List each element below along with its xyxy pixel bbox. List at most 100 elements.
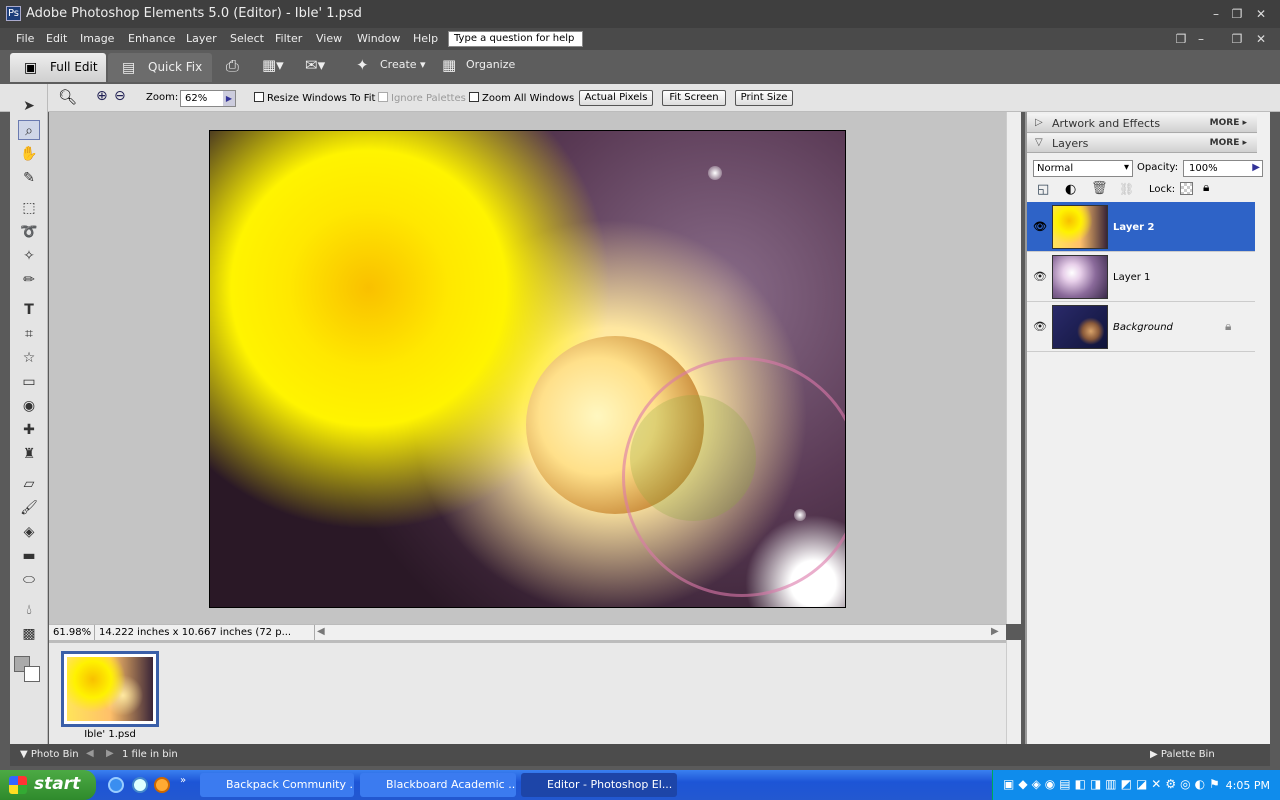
zoom-input[interactable]: 62% ▶	[180, 90, 236, 107]
photo-bin-toggle[interactable]: ▼ Photo Bin	[20, 749, 79, 760]
type-tool-icon[interactable]: T	[18, 300, 40, 320]
fit-screen-button[interactable]: Fit Screen	[662, 90, 726, 106]
print-icon[interactable]: ⎙	[226, 56, 239, 76]
doc-minimize-button[interactable]: –	[1192, 30, 1210, 48]
tab-quick-fix[interactable]: ▤ Quick Fix	[108, 53, 212, 82]
menu-enhance[interactable]: Enhance	[128, 32, 175, 45]
firefox-icon[interactable]	[154, 777, 170, 793]
next-photo-icon[interactable]: ▶	[106, 748, 114, 759]
close-button[interactable]: ✕	[1252, 5, 1270, 23]
taskbar-item-blackboard[interactable]: Blackboard Academic ...	[360, 773, 516, 797]
menu-select[interactable]: Select	[230, 32, 264, 45]
resize-windows-checkbox[interactable]: Resize Windows To Fit	[254, 92, 375, 104]
menu-edit[interactable]: Edit	[46, 32, 67, 45]
menu-image[interactable]: Image	[80, 32, 114, 45]
new-layer-icon[interactable]: ◱	[1037, 182, 1049, 197]
sponge-tool-icon[interactable]: ▩	[18, 624, 40, 644]
zoom-out-icon[interactable]: ⊖	[114, 88, 126, 104]
tray-icons[interactable]: ▣◆◈◉▤◧◨▥◩◪✕⚙◎◐⚑	[1003, 777, 1224, 791]
lock-all-icon[interactable]: 🔒︎	[1203, 180, 1209, 195]
eraser-tool-icon[interactable]: ▱	[18, 474, 40, 494]
menu-help[interactable]: Help	[413, 32, 438, 45]
quicklaunch-more-icon[interactable]: »	[180, 775, 186, 786]
straighten-tool-icon[interactable]: ▭	[18, 372, 40, 392]
menu-layer[interactable]: Layer	[186, 32, 217, 45]
organize-button[interactable]: Organize	[466, 58, 515, 71]
doc-close-button[interactable]: ✕	[1252, 30, 1270, 48]
gradient-tool-icon[interactable]: ▬	[18, 546, 40, 566]
brush-tool-icon[interactable]: 🖌︎	[18, 498, 40, 518]
create-button[interactable]: Create ▾	[380, 58, 426, 71]
zoom-all-windows-checkbox[interactable]: Zoom All Windows	[469, 92, 574, 104]
layer-row-layer-1[interactable]: 👁︎ Layer 1	[1027, 252, 1255, 302]
scroll-right-icon[interactable]: ▶	[991, 626, 999, 637]
trash-icon[interactable]: 🗑︎	[1091, 181, 1108, 196]
red-eye-tool-icon[interactable]: ◉	[18, 396, 40, 416]
photo-bin-scrollbar[interactable]	[1006, 640, 1021, 744]
lock-transparency-icon[interactable]	[1180, 182, 1193, 195]
doc-restore-button[interactable]: ❐	[1172, 30, 1190, 48]
actual-pixels-button[interactable]: Actual Pixels	[579, 90, 653, 106]
selection-brush-icon[interactable]: ✏	[18, 270, 40, 290]
adjustment-layer-icon[interactable]: ◐	[1065, 182, 1076, 197]
lasso-tool-icon[interactable]: ➰	[18, 222, 40, 242]
menu-window[interactable]: Window	[357, 32, 400, 45]
taskbar-item-backpack[interactable]: Backpack Community ...	[200, 773, 354, 797]
share-icon[interactable]: ▦▾	[262, 56, 284, 74]
app-icon[interactable]: Ps	[6, 6, 21, 21]
zoom-tool-button[interactable]: ⌕	[18, 120, 40, 140]
crop-tool-icon[interactable]: ⌗	[18, 324, 40, 344]
taskbar-item-photoshop[interactable]: Editor - Photoshop El...	[521, 773, 677, 797]
marquee-tool-icon[interactable]: ⬚	[18, 198, 40, 218]
eyedropper-tool-icon[interactable]: ✎	[18, 168, 40, 188]
expand-icon: ▷	[1035, 117, 1043, 128]
layers-more-button[interactable]: MORE ▸	[1210, 138, 1247, 148]
workspace-vertical-scrollbar[interactable]	[1006, 112, 1021, 624]
start-button[interactable]: start	[0, 770, 96, 800]
print-size-button[interactable]: Print Size	[735, 90, 793, 106]
visibility-eye-icon[interactable]: 👁︎	[1033, 320, 1047, 333]
maximize-button[interactable]: ❐	[1228, 5, 1246, 23]
opacity-slider-arrow[interactable]: ▶	[1252, 162, 1260, 173]
layer-row-layer-2[interactable]: 👁︎ Layer 2	[1027, 202, 1255, 252]
document-size-info[interactable]: 14.222 inches x 10.667 inches (72 p...	[97, 625, 315, 640]
magic-wand-icon[interactable]: ✧	[18, 246, 40, 266]
zoom-in-icon[interactable]: ⊕	[96, 88, 108, 104]
previous-photo-icon[interactable]: ◀	[86, 748, 94, 759]
move-tool-icon[interactable]: ➤	[18, 96, 40, 116]
layers-header[interactable]: ▽ Layers MORE ▸	[1027, 134, 1257, 153]
zoom-percent[interactable]: 61.98%	[49, 625, 95, 640]
palette-bin-toggle[interactable]: ▶ Palette Bin	[1150, 749, 1215, 760]
menu-filter[interactable]: Filter	[275, 32, 302, 45]
blur-tool-icon[interactable]: 💧︎	[18, 600, 40, 620]
email-icon[interactable]: ✉▾	[305, 56, 325, 74]
visibility-eye-icon[interactable]: 👁︎	[1033, 270, 1047, 283]
zoom-slider-arrow[interactable]: ▶	[223, 91, 235, 106]
shape-tool-icon[interactable]: ⬭	[18, 570, 40, 590]
paint-bucket-icon[interactable]: ◈	[18, 522, 40, 542]
tab-full-edit[interactable]: ▣ Full Edit	[10, 53, 106, 82]
minimize-button[interactable]: –	[1207, 5, 1225, 23]
hand-tool-icon[interactable]: ✋	[18, 144, 40, 164]
healing-brush-icon[interactable]: ✚	[18, 420, 40, 440]
more-label: MORE	[1209, 118, 1240, 128]
menu-file[interactable]: File	[16, 32, 34, 45]
clone-stamp-icon[interactable]: ♜	[18, 444, 40, 464]
artwork-effects-header[interactable]: ▷ Artwork and Effects MORE ▸	[1027, 114, 1257, 133]
background-color-swatch[interactable]	[24, 666, 40, 682]
visibility-eye-icon[interactable]: 👁︎	[1033, 220, 1047, 233]
help-search-input[interactable]: Type a question for help	[448, 31, 583, 47]
artwork-more-button[interactable]: MORE ▸	[1210, 118, 1247, 128]
photo-bin-thumbnail[interactable]	[61, 651, 159, 727]
scroll-left-icon[interactable]: ◀	[317, 626, 325, 637]
doc-maximize-button[interactable]: ❐	[1228, 30, 1246, 48]
layer-row-background[interactable]: 👁︎ Background 🔒︎	[1027, 302, 1255, 352]
search-icon[interactable]	[132, 777, 148, 793]
menu-view[interactable]: View	[316, 32, 342, 45]
opacity-input[interactable]: 100% ▶	[1183, 160, 1263, 177]
cookie-cutter-icon[interactable]: ☆	[18, 348, 40, 368]
blend-mode-select[interactable]: Normal ▾	[1033, 160, 1133, 177]
internet-explorer-icon[interactable]	[108, 777, 124, 793]
document-canvas[interactable]	[209, 130, 846, 608]
layers-title: Layers	[1052, 137, 1089, 150]
